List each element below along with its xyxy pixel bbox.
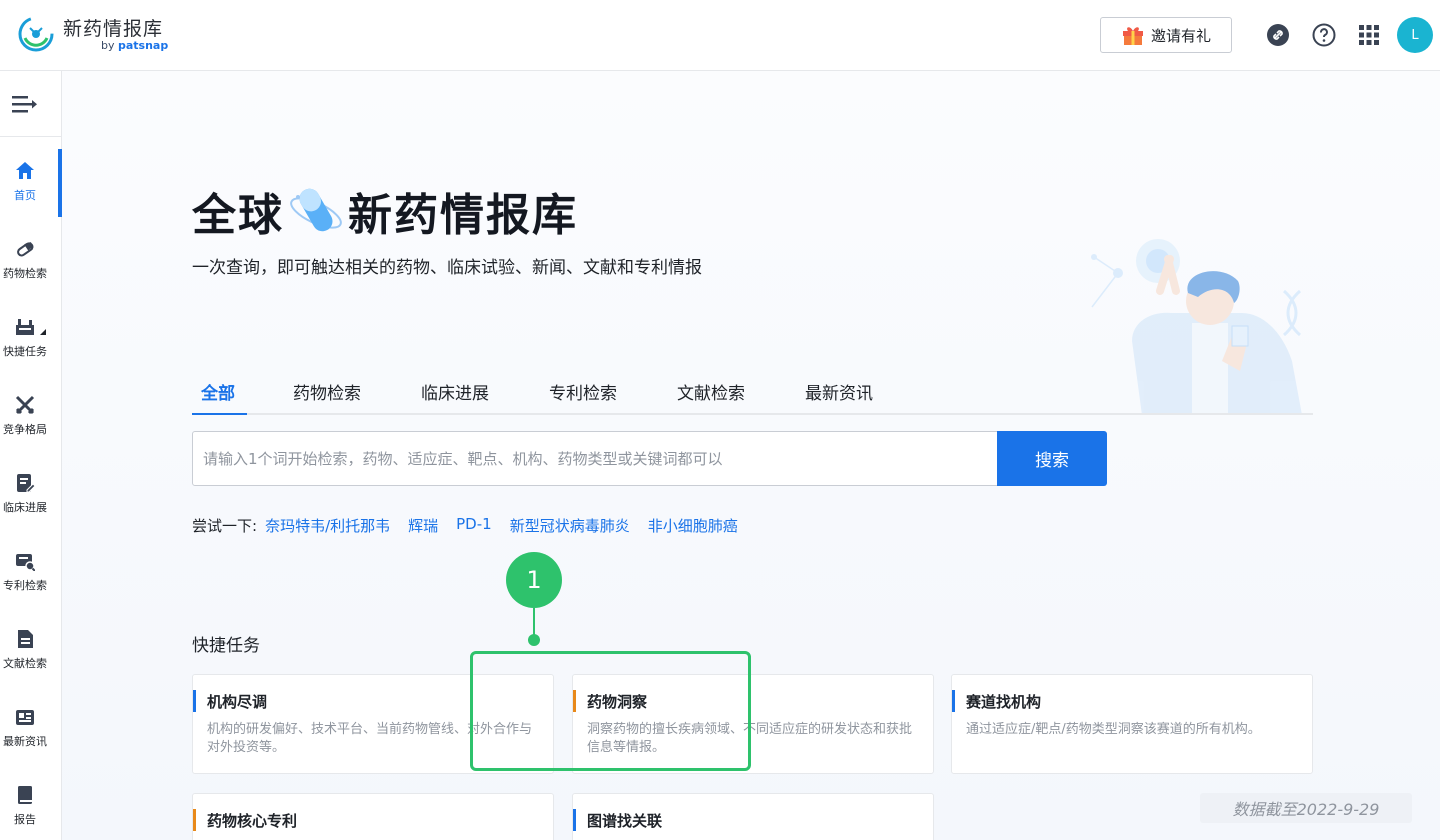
toolbox-icon [16,319,34,335]
sidebar-item-label: 专利检索 [3,579,47,592]
hero-title-left: 全球 [192,190,284,241]
home-icon [16,162,34,179]
sidebar: 首页 药物检索 快捷任务 竞争格局 临床进展 专利检索 文献检索 最新资讯 报告 [0,71,62,840]
suggestion-link[interactable]: 奈玛特韦/利托那韦 [265,515,390,536]
tab-drug-search[interactable]: 药物检索 [293,379,361,404]
sidebar-item-label: 竞争格局 [3,423,47,436]
card-accent-bar [573,690,576,712]
card-title: 赛道找机构 [966,693,1042,711]
sidebar-item-label: 快捷任务 [3,345,47,358]
menu-collapse-icon[interactable] [12,93,38,115]
quick-task-card-drug-insight[interactable]: 药物洞察 洞察药物的擅长疾病领域、不同适应症的研发状态和获批信息等情报。 [572,674,934,774]
brand-subtitle: by patsnap [101,39,169,52]
sidebar-item-clinical[interactable]: 临床进展 [0,457,62,527]
sidebar-item-label: 文献检索 [3,657,47,670]
tab-all[interactable]: 全部 [201,379,235,404]
sidebar-item-label: 药物检索 [3,267,47,280]
sidebar-divider [0,136,62,137]
sidebar-item-label: 报告 [14,813,36,826]
gift-icon [1122,27,1143,45]
clipboard-edit-icon [17,474,35,493]
try-suggestions: 尝试一下: 奈玛特韦/利托那韦 辉瑞 PD-1 新型冠状病毒肺炎 非小细胞肺癌 [192,515,738,536]
sidebar-item-reports[interactable]: 报告 [0,769,62,839]
suggestion-link[interactable]: 辉瑞 [408,515,438,536]
tab-patent-search[interactable]: 专利检索 [549,379,617,404]
card-accent-bar [952,690,955,712]
hero-title: 全球 新药情报库 [192,179,578,243]
crossed-swords-icon [15,395,35,415]
card-title: 药物核心专利 [207,812,298,830]
expand-caret-icon [40,329,46,335]
book-icon [18,786,32,804]
sidebar-item-literature-search[interactable]: 文献检索 [0,613,62,683]
hero-title-right: 新药情报库 [348,190,578,241]
quick-tasks-title: 快捷任务 [192,636,260,656]
sidebar-item-news[interactable]: 最新资讯 [0,691,62,761]
help-icon[interactable] [1312,23,1336,47]
invite-label: 邀请有礼 [1150,26,1211,45]
suggestion-link[interactable]: 非小细胞肺癌 [648,515,738,536]
card-title: 药物洞察 [587,693,648,711]
search-tabs: 全部 药物检索 临床进展 专利检索 文献检索 最新资讯 [192,367,1313,415]
active-tab-indicator [192,413,247,415]
search-input[interactable] [192,431,998,486]
card-accent-bar [193,690,196,712]
tab-literature-search[interactable]: 文献检索 [677,379,745,404]
quick-task-card-org-diligence[interactable]: 机构尽调 机构的研发偏好、技术平台、当前药物管线、对外合作与对外投资等。 [192,674,554,774]
quick-task-card-graph-links[interactable]: 图谱找关联 [572,793,934,840]
patent-search-icon [16,554,35,571]
card-accent-bar [573,809,576,831]
pill-icon [17,242,34,257]
card-description: 通过适应症/靶点/药物类型洞察该赛道的所有机构。 [966,722,1261,737]
top-bar: 新药情报库 by patsnap 邀请有礼 L [0,0,1440,71]
invite-button[interactable]: 邀请有礼 [1100,17,1232,53]
apps-grid-icon[interactable] [1357,23,1381,47]
suggestion-link[interactable]: 新型冠状病毒肺炎 [510,515,630,536]
card-title: 机构尽调 [207,693,268,711]
sidebar-item-patent-search[interactable]: 专利检索 [0,535,62,605]
sidebar-item-home[interactable]: 首页 [0,145,62,217]
callout-line [533,608,535,636]
try-label: 尝试一下: [192,517,258,535]
suggestion-link[interactable]: PD-1 [456,515,492,536]
card-title: 图谱找关联 [587,812,663,830]
app-logo-icon[interactable] [16,14,56,54]
sidebar-item-label: 最新资讯 [3,735,47,748]
search-button[interactable]: 搜索 [997,431,1107,486]
quick-task-card-track-orgs[interactable]: 赛道找机构 通过适应症/靶点/药物类型洞察该赛道的所有机构。 [951,674,1313,774]
sidebar-item-drug-search[interactable]: 药物检索 [0,223,62,293]
card-description: 洞察药物的擅长疾病领域、不同适应症的研发状态和获批信息等情报。 [587,722,913,755]
quick-task-card-core-patents[interactable]: 药物核心专利 [192,793,554,840]
newspaper-icon [16,710,34,725]
capsule-icon [290,188,342,232]
sidebar-item-competition[interactable]: 竞争格局 [0,379,62,449]
hero-subtitle: 一次查询，即可触达相关的药物、临床试验、新闻、文献和专利情报 [192,258,702,278]
card-description: 机构的研发偏好、技术平台、当前药物管线、对外合作与对外投资等。 [207,722,533,755]
document-icon [18,630,33,648]
user-avatar[interactable]: L [1397,17,1433,53]
sidebar-item-label: 临床进展 [3,501,47,514]
tab-news[interactable]: 最新资讯 [805,379,873,404]
sidebar-item-quick-tasks[interactable]: 快捷任务 [0,301,62,371]
tab-clinical[interactable]: 临床进展 [421,379,489,404]
data-date-badge: 数据截至2022-9-29 [1200,793,1412,823]
sidebar-item-label: 首页 [14,189,36,202]
card-accent-bar [193,809,196,831]
brand-title: 新药情报库 [63,18,164,40]
main-content: 全球 新药情报库 一次查询，即可触达相关的药物、临床试验、新闻、文献和专利情报 [62,71,1440,840]
link-icon[interactable] [1266,23,1290,47]
callout-badge: 1 [506,552,562,608]
callout-dot [528,634,540,646]
